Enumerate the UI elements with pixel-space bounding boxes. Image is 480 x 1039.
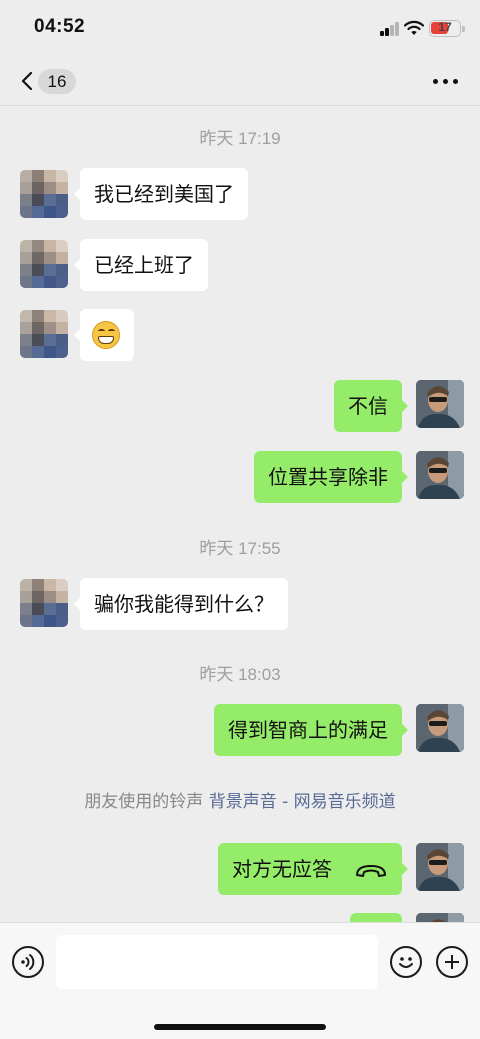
my-avatar[interactable] bbox=[416, 913, 464, 922]
unread-count-badge: 16 bbox=[38, 69, 76, 94]
timestamp: 昨天 18:03 bbox=[199, 665, 281, 684]
back-button[interactable]: 16 bbox=[14, 66, 78, 96]
friend-avatar[interactable] bbox=[20, 170, 68, 218]
message-bubble[interactable]: 不信 bbox=[334, 380, 408, 432]
call-message-bubble[interactable]: 对方无应答 bbox=[218, 843, 408, 895]
my-avatar[interactable] bbox=[416, 843, 464, 891]
status-time: 04:52 bbox=[34, 16, 86, 37]
hang-up-icon bbox=[356, 864, 386, 877]
my-avatar[interactable] bbox=[416, 380, 464, 428]
emoji-button[interactable] bbox=[390, 946, 422, 978]
more-button[interactable] bbox=[428, 68, 464, 94]
friend-avatar[interactable] bbox=[20, 240, 68, 288]
message-bubble[interactable] bbox=[350, 913, 402, 922]
wifi-icon bbox=[404, 20, 424, 35]
message-bubble[interactable]: 我已经到美国了 bbox=[74, 168, 248, 220]
my-avatar[interactable] bbox=[416, 451, 464, 499]
ringtone-prefix: 朋友使用的铃声 bbox=[84, 792, 209, 812]
message-bubble[interactable]: 得到智商上的满足 bbox=[214, 704, 408, 756]
cellular-signal-icon bbox=[380, 22, 400, 36]
voice-icon bbox=[21, 954, 35, 970]
timestamp: 昨天 17:19 bbox=[199, 129, 281, 148]
friend-avatar[interactable] bbox=[20, 310, 68, 358]
voice-button[interactable] bbox=[12, 946, 44, 978]
battery-icon: 17 bbox=[429, 20, 465, 37]
input-bar bbox=[0, 922, 480, 1039]
my-avatar[interactable] bbox=[416, 704, 464, 752]
ringtone-notice: 朋友使用的铃声 背景声音 - 网易音乐频道 bbox=[0, 787, 480, 812]
chevron-left-icon bbox=[21, 72, 33, 90]
home-indicator bbox=[154, 1024, 326, 1030]
message-input[interactable] bbox=[56, 935, 378, 989]
chat-header: 16 bbox=[0, 56, 480, 106]
message-bubble[interactable]: 已经上班了 bbox=[74, 239, 208, 291]
battery-level: 17 bbox=[438, 20, 452, 34]
status-bar: 04:52 17 bbox=[0, 0, 480, 56]
message-bubble[interactable]: 骗你我能得到什么？ bbox=[74, 578, 288, 630]
grinning-face-emoji bbox=[92, 321, 120, 349]
emoji-icon bbox=[399, 957, 413, 968]
call-status-text: 对方无应答 bbox=[232, 857, 332, 881]
message-bubble[interactable]: 位置共享除非 bbox=[254, 451, 408, 503]
friend-avatar[interactable] bbox=[20, 579, 68, 627]
ringtone-link[interactable]: 背景声音 - 网易音乐频道 bbox=[209, 792, 396, 812]
message-list[interactable]: 昨天 17:19 我已经到美国了 已经上班了 不信 位置共享除非 昨天 17:5… bbox=[0, 107, 480, 922]
more-icon bbox=[433, 79, 438, 84]
timestamp: 昨天 17:55 bbox=[199, 539, 281, 558]
emoji-message-bubble[interactable] bbox=[74, 309, 134, 361]
plus-button[interactable] bbox=[436, 946, 468, 978]
